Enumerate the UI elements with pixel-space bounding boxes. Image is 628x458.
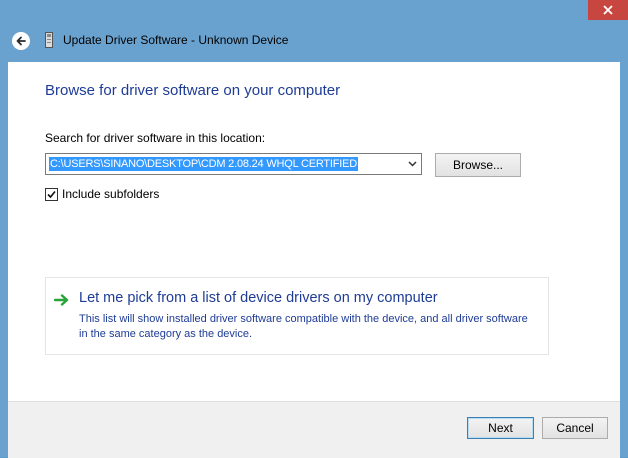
back-arrow-icon — [16, 36, 26, 46]
search-location-label: Search for driver software in this locat… — [45, 131, 266, 145]
close-button[interactable] — [588, 0, 628, 20]
dialog-content: Browse for driver software on your compu… — [8, 62, 620, 401]
dropdown-button[interactable] — [405, 157, 419, 171]
pick-from-list-option[interactable]: Let me pick from a list of device driver… — [45, 277, 549, 355]
close-icon — [603, 5, 613, 15]
include-subfolders-row[interactable]: Include subfolders — [45, 186, 159, 202]
page-heading: Browse for driver software on your compu… — [45, 82, 341, 99]
green-arrow-icon — [54, 294, 69, 306]
back-button[interactable] — [12, 32, 30, 50]
chevron-down-icon — [407, 161, 417, 167]
path-input-value[interactable]: C:\USERS\SINANO\DESKTOP\CDM 2.08.24 WHQL… — [49, 157, 359, 171]
pick-option-description: This list will show installed driver sof… — [79, 313, 528, 340]
next-button[interactable]: Next — [467, 417, 534, 439]
checkmark-icon — [47, 190, 56, 198]
device-icon — [45, 32, 53, 48]
browse-button[interactable]: Browse... — [435, 153, 521, 177]
window-title: Update Driver Software - Unknown Device — [63, 33, 289, 47]
include-subfolders-label: Include subfolders — [62, 187, 160, 201]
button-bar: Next Cancel — [8, 401, 620, 458]
window-frame: Update Driver Software - Unknown Device … — [0, 0, 628, 458]
title-bar: Update Driver Software - Unknown Device — [0, 24, 628, 60]
path-combobox[interactable]: C:\USERS\SINANO\DESKTOP\CDM 2.08.24 WHQL… — [45, 153, 422, 175]
pick-option-title[interactable]: Let me pick from a list of device driver… — [79, 290, 438, 306]
include-subfolders-checkbox[interactable] — [45, 187, 58, 201]
cancel-button[interactable]: Cancel — [542, 417, 608, 439]
